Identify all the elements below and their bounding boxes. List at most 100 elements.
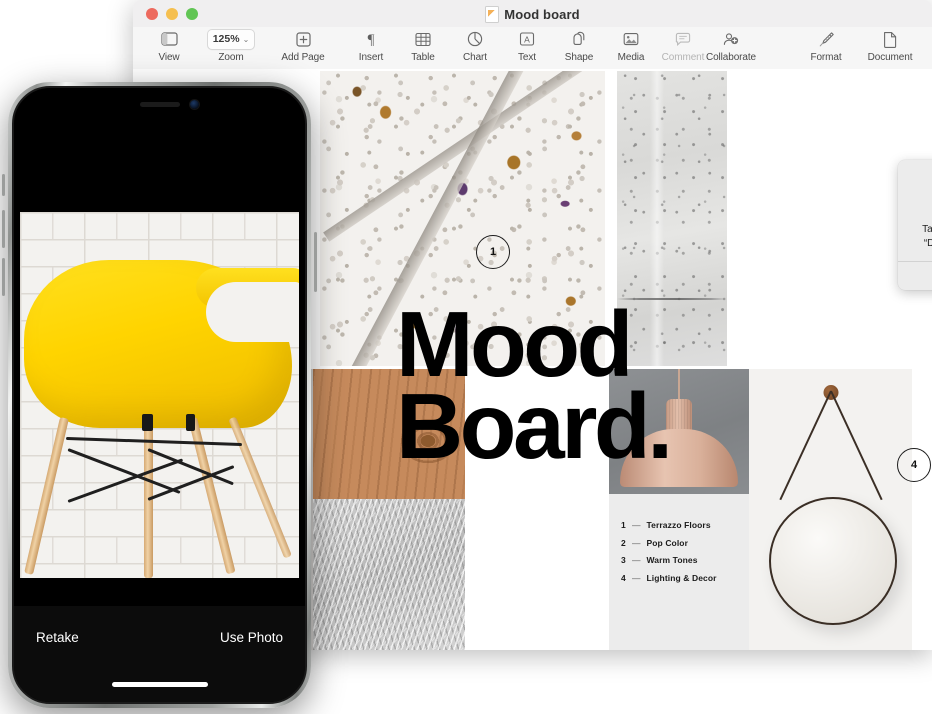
front-camera-icon bbox=[190, 100, 199, 109]
svg-text:¶: ¶ bbox=[368, 32, 375, 47]
lamp-shade bbox=[620, 429, 738, 487]
yellow-chair-arm-cutout bbox=[206, 282, 299, 342]
fur-texture bbox=[313, 499, 465, 650]
toolbar: View 125% ⌄ Zoom Add Page ¶ Insert Table… bbox=[133, 27, 932, 70]
pendant-lamp-photo[interactable] bbox=[609, 369, 749, 494]
volume-down-button[interactable] bbox=[2, 258, 5, 296]
zoom-value: 125% bbox=[212, 33, 240, 45]
paintbrush-icon bbox=[818, 29, 835, 49]
shape-button[interactable]: Shape bbox=[553, 27, 605, 63]
popover-body: Take a photo with “Derek’s iPhone” bbox=[898, 160, 932, 261]
collaborate-person-icon bbox=[722, 29, 740, 49]
iphone-screen[interactable]: Retake Use Photo bbox=[12, 86, 307, 704]
window-titlebar: Mood board bbox=[133, 0, 932, 27]
media-button[interactable]: Media bbox=[605, 27, 657, 63]
zoom-pill[interactable]: 125% ⌄ bbox=[206, 28, 256, 50]
lamp-cord bbox=[678, 369, 680, 403]
shape-label: Shape bbox=[564, 52, 594, 63]
marker-label: 4 bbox=[910, 459, 918, 471]
svg-text:A: A bbox=[524, 35, 530, 45]
insert-button[interactable]: ¶ Insert bbox=[345, 27, 397, 63]
table-button[interactable]: Table bbox=[397, 27, 449, 63]
text-button[interactable]: A Text bbox=[501, 27, 553, 63]
mirror-strap-left bbox=[829, 390, 883, 501]
table-icon bbox=[415, 29, 431, 49]
iphone-device: Retake Use Photo bbox=[2, 82, 317, 708]
document-button[interactable]: Document bbox=[856, 27, 924, 63]
legend-text: Terrazzo Floors bbox=[646, 520, 711, 530]
text-box-icon: A bbox=[519, 29, 535, 49]
mirror-strap-right bbox=[778, 390, 832, 501]
toolbar-collaborate-group: Collaborate bbox=[691, 27, 771, 69]
add-page-icon bbox=[295, 29, 311, 49]
page-title: Mood board bbox=[504, 6, 580, 22]
legend-block[interactable]: 1 — Terrazzo Floors 2 — Pop Color 3 — Wa… bbox=[609, 494, 749, 650]
window-title-area: Mood board bbox=[133, 4, 932, 24]
add-page-label: Add Page bbox=[281, 52, 325, 63]
chevron-down-icon: ⌄ bbox=[242, 34, 250, 44]
collaborate-button[interactable]: Collaborate bbox=[691, 27, 771, 63]
lamp-neck bbox=[666, 399, 692, 433]
concrete-streak bbox=[650, 71, 664, 366]
legend-text: Pop Color bbox=[646, 537, 689, 548]
power-button[interactable] bbox=[314, 232, 317, 292]
marker-1[interactable]: 1 bbox=[476, 235, 510, 269]
toolbar-center-group: ¶ Insert Table Chart A Text Shape Media … bbox=[345, 27, 709, 69]
legend-text: Warm Tones bbox=[646, 555, 698, 565]
popover-message-line-2: “Derek’s iPhone” bbox=[923, 237, 932, 249]
sidebar-icon bbox=[160, 29, 178, 49]
wood-knot bbox=[399, 418, 456, 465]
view-button[interactable]: View bbox=[143, 27, 195, 63]
collaborate-label: Collaborate bbox=[705, 52, 757, 63]
home-indicator[interactable] bbox=[111, 682, 208, 687]
iphone-notch bbox=[14, 88, 305, 122]
fur-rug-photo[interactable] bbox=[313, 499, 465, 650]
document-page-icon bbox=[883, 29, 897, 49]
marker-label: 1 bbox=[489, 246, 497, 258]
retake-button[interactable]: Retake bbox=[36, 630, 79, 645]
comment-bubble-icon bbox=[675, 29, 691, 49]
shape-icon bbox=[571, 29, 587, 49]
cancel-button[interactable]: Cancel bbox=[898, 262, 932, 290]
popover-message: Take a photo with “Derek’s iPhone” bbox=[908, 223, 932, 250]
earpiece-speaker-icon bbox=[140, 102, 180, 107]
legend-text: Lighting & Decor bbox=[646, 572, 717, 583]
volume-up-button[interactable] bbox=[2, 210, 5, 248]
pie-chart-icon bbox=[467, 29, 483, 49]
pilcrow-icon: ¶ bbox=[364, 29, 378, 49]
media-label: Media bbox=[617, 52, 645, 63]
media-image-icon bbox=[623, 29, 639, 49]
legend-dash: — bbox=[632, 555, 641, 565]
popover-message-line-1: Take a photo with bbox=[922, 224, 932, 235]
legend-number: 1 bbox=[621, 520, 626, 530]
wood-grain-photo[interactable] bbox=[313, 369, 465, 499]
chart-button[interactable]: Chart bbox=[449, 27, 501, 63]
document-label: Document bbox=[867, 52, 913, 63]
marker-4[interactable]: 4 bbox=[897, 448, 931, 482]
photo-preview[interactable] bbox=[20, 212, 299, 578]
concrete-noise bbox=[617, 71, 727, 366]
format-label: Format bbox=[810, 52, 842, 63]
camera-confirm-bar: Retake Use Photo bbox=[14, 606, 305, 702]
use-photo-button[interactable]: Use Photo bbox=[220, 630, 283, 645]
zoom-label: Zoom bbox=[218, 52, 244, 63]
chart-label: Chart bbox=[463, 52, 487, 63]
format-button[interactable]: Format bbox=[796, 27, 856, 63]
terrazzo-photo[interactable] bbox=[320, 71, 605, 366]
round-mirror-photo[interactable] bbox=[749, 369, 912, 650]
silence-switch[interactable] bbox=[2, 174, 5, 196]
insert-label: Insert bbox=[358, 52, 384, 63]
add-page-button[interactable]: Add Page bbox=[267, 27, 339, 63]
toolbar-right-group: Format Document bbox=[796, 27, 924, 69]
legend-dash: — bbox=[632, 520, 641, 530]
text-label: Text bbox=[518, 52, 536, 63]
legend-dash: — bbox=[632, 572, 641, 583]
list-item: 1 — Terrazzo Floors bbox=[621, 520, 749, 530]
continuity-camera-popover: Take a photo with “Derek’s iPhone” Cance… bbox=[898, 160, 932, 290]
concrete-photo[interactable] bbox=[617, 71, 727, 366]
mirror-glass bbox=[768, 497, 897, 625]
legend-list: 1 — Terrazzo Floors 2 — Pop Color 3 — Wa… bbox=[609, 494, 749, 583]
zoom-control[interactable]: 125% ⌄ Zoom bbox=[195, 27, 267, 63]
chair-bracket bbox=[142, 414, 153, 431]
view-label: View bbox=[158, 52, 180, 63]
